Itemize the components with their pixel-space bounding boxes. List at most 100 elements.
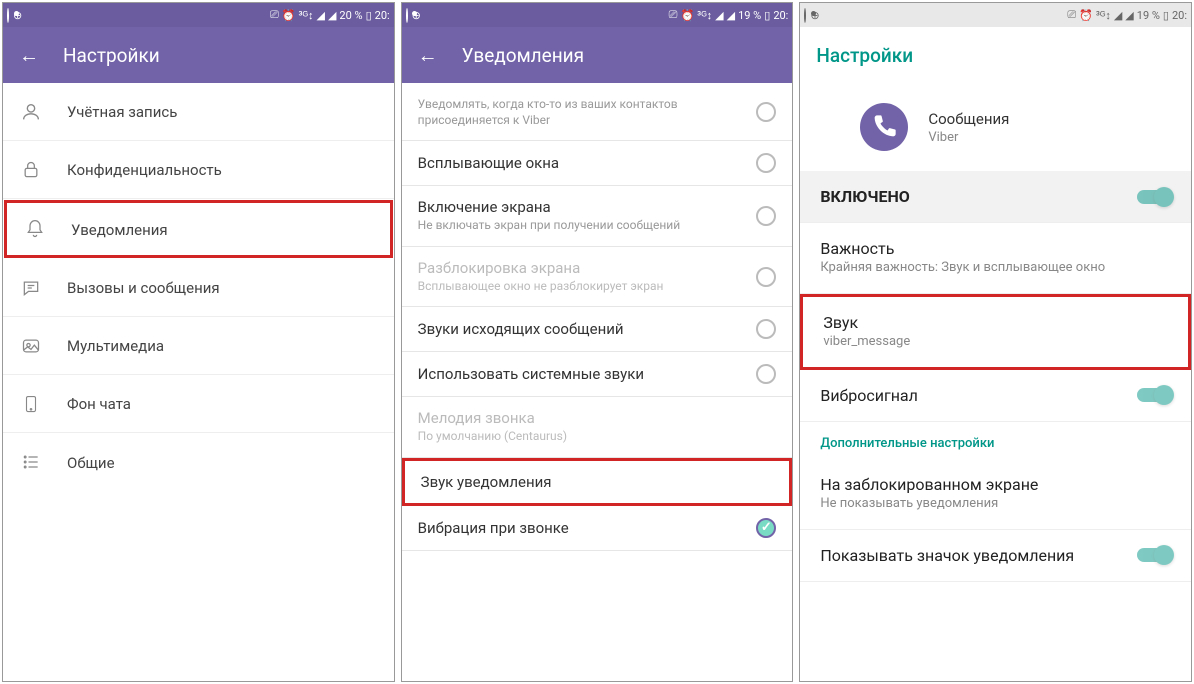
settings-item-notifications[interactable]: Уведомления <box>4 200 393 258</box>
app-bar: Настройки <box>800 27 1191 83</box>
radio-checked-icon[interactable] <box>756 518 776 538</box>
signal-icon-2: ◢ <box>1125 9 1133 22</box>
sub: Крайняя важность: Звук и всплывающее окн… <box>820 260 1171 277</box>
title: Показывать значок уведомления <box>820 546 1137 565</box>
title: Использовать системные звуки <box>418 365 757 383</box>
title: Разблокировка экрана <box>418 259 757 277</box>
eye-icon <box>804 9 806 22</box>
screen-1-settings: ⊕ ⎚ ⏰ ³ᴳ↕ ◢ ◢ 20 % ▯ 20: ← Настройки Учё… <box>2 2 395 682</box>
app-sub: Viber <box>928 130 1009 145</box>
settings-item-account[interactable]: Учётная запись <box>3 83 394 141</box>
settings-item-media[interactable]: Мультимедиа <box>3 317 394 375</box>
label: Конфиденциальность <box>67 161 222 179</box>
radio-icon[interactable] <box>756 102 776 122</box>
app-bar: ← Уведомления <box>402 27 793 83</box>
row-lock-screen[interactable]: На заблокированном экране Не показывать … <box>800 459 1191 530</box>
signal-icon-2: ◢ <box>328 9 336 22</box>
back-arrow-icon[interactable]: ← <box>19 43 39 68</box>
battery-icon: ▯ <box>366 9 372 22</box>
toggle-on-icon[interactable] <box>1137 548 1171 562</box>
row-importance[interactable]: Важность Крайняя важность: Звук и всплыв… <box>800 223 1191 294</box>
radio-icon[interactable] <box>756 206 776 226</box>
signal-3g-icon: ³ᴳ↕ <box>1096 9 1111 22</box>
radio-icon[interactable] <box>756 319 776 339</box>
status-bar: ⊕ ⎚ ⏰ ³ᴳ↕ ◢ ◢ 19 % ▯ 20: <box>402 3 793 27</box>
row-system-sounds[interactable]: Использовать системные звуки <box>402 352 793 397</box>
row-unlock: Разблокировка экрана Всплывающее окно не… <box>402 247 793 308</box>
settings-item-background[interactable]: Фон чата <box>3 375 394 433</box>
page-title: Уведомления <box>462 44 584 67</box>
toggle-on-icon[interactable] <box>1137 190 1171 204</box>
list-icon <box>19 450 43 474</box>
signal-3g-icon: ³ᴳ↕ <box>697 9 712 22</box>
row-enabled[interactable]: ВКЛЮЧЕНО <box>800 171 1191 223</box>
row-outgoing-sounds[interactable]: Звуки исходящих сообщений <box>402 307 793 352</box>
system-settings-list: Сообщения Viber ВКЛЮЧЕНО Важность Крайня… <box>800 83 1191 681</box>
title: Мелодия звонка <box>418 409 777 427</box>
back-arrow-icon[interactable]: ← <box>418 43 438 68</box>
alarm-icon: ⏰ <box>680 9 694 22</box>
battery-icon: ▯ <box>764 9 770 22</box>
notification-settings-list: Уведомлять, когда кто-то из ваших контак… <box>402 83 793 681</box>
lock-icon <box>19 158 43 182</box>
title: ВКЛЮЧЕНО <box>820 187 1137 206</box>
battery-icon: ▯ <box>1163 9 1169 22</box>
signal-icon: ◢ <box>316 9 324 22</box>
row-sound[interactable]: Звук viber_message <box>800 294 1191 370</box>
title: Вибрация при звонке <box>418 519 757 537</box>
alarm-icon: ⏰ <box>1079 9 1093 22</box>
row-vibrate-call[interactable]: Вибрация при звонке <box>402 506 793 551</box>
phone-icon <box>19 392 43 416</box>
screen-2-notifications: ⊕ ⎚ ⏰ ³ᴳ↕ ◢ ◢ 19 % ▯ 20: ← Уведомления У… <box>401 2 794 682</box>
row-vibrate[interactable]: Вибросигнал <box>800 370 1191 422</box>
settings-list: Учётная запись Конфиденциальность Уведом… <box>3 83 394 681</box>
cast-icon: ⎚ <box>669 8 678 22</box>
label: Учётная запись <box>67 103 177 121</box>
title: Звук <box>823 313 1168 332</box>
row-join-notify[interactable]: Уведомлять, когда кто-то из ваших контак… <box>402 83 793 141</box>
sub: Не показывать уведомления <box>820 496 1171 513</box>
app-name: Сообщения <box>928 110 1009 128</box>
battery-percent: 19 % <box>738 9 761 22</box>
clock: 20: <box>773 9 788 22</box>
account-icon <box>19 100 43 124</box>
settings-item-privacy[interactable]: Конфиденциальность <box>3 141 394 199</box>
chat-icon <box>19 276 43 300</box>
title: Включение экрана <box>418 198 757 216</box>
title: Звуки исходящих сообщений <box>418 320 757 338</box>
row-badge[interactable]: Показывать значок уведомления <box>800 530 1191 582</box>
app-bar: ← Настройки <box>3 27 394 83</box>
label: Вызовы и сообщения <box>67 279 220 297</box>
row-notification-sound[interactable]: Звук уведомления <box>402 458 793 506</box>
battery-percent: 20 % <box>339 9 362 22</box>
eye-icon <box>406 9 408 22</box>
media-icon <box>19 334 43 358</box>
sub: По умолчанию (Centaurus) <box>418 429 777 445</box>
bell-icon <box>23 217 47 241</box>
battery-percent: 19 % <box>1137 9 1160 22</box>
toggle-on-icon[interactable] <box>1137 388 1171 402</box>
row-screen-on[interactable]: Включение экрана Не включать экран при п… <box>402 186 793 247</box>
label: Мультимедиа <box>67 337 164 355</box>
title: На заблокированном экране <box>820 475 1171 494</box>
radio-icon[interactable] <box>756 364 776 384</box>
alarm-icon: ⏰ <box>282 9 296 22</box>
clock: 20: <box>375 9 390 22</box>
sub: Не включать экран при получении сообщени… <box>418 218 757 234</box>
signal-3g-icon: ³ᴳ↕ <box>298 9 313 22</box>
cast-icon: ⎚ <box>270 8 279 22</box>
radio-icon[interactable] <box>756 153 776 173</box>
settings-item-calls[interactable]: Вызовы и сообщения <box>3 259 394 317</box>
title: Важность <box>820 239 1171 258</box>
settings-item-general[interactable]: Общие <box>3 433 394 491</box>
label: Общие <box>67 454 115 472</box>
radio-icon <box>756 267 776 287</box>
title: Звук уведомления <box>421 473 774 491</box>
status-bar: ⊕ ⎚ ⏰ ³ᴳ↕ ◢ ◢ 19 % ▯ 20: <box>800 3 1191 27</box>
row-ringtone[interactable]: Мелодия звонка По умолчанию (Centaurus) <box>402 397 793 458</box>
section-header-additional: Дополнительные настройки <box>800 422 1191 459</box>
screen-3-system-settings: ⊕ ⎚ ⏰ ³ᴳ↕ ◢ ◢ 19 % ▯ 20: Настройки Сообщ… <box>799 2 1192 682</box>
clock: 20: <box>1172 9 1187 22</box>
row-popup[interactable]: Всплывающие окна <box>402 141 793 186</box>
cast-icon: ⎚ <box>1067 8 1076 22</box>
